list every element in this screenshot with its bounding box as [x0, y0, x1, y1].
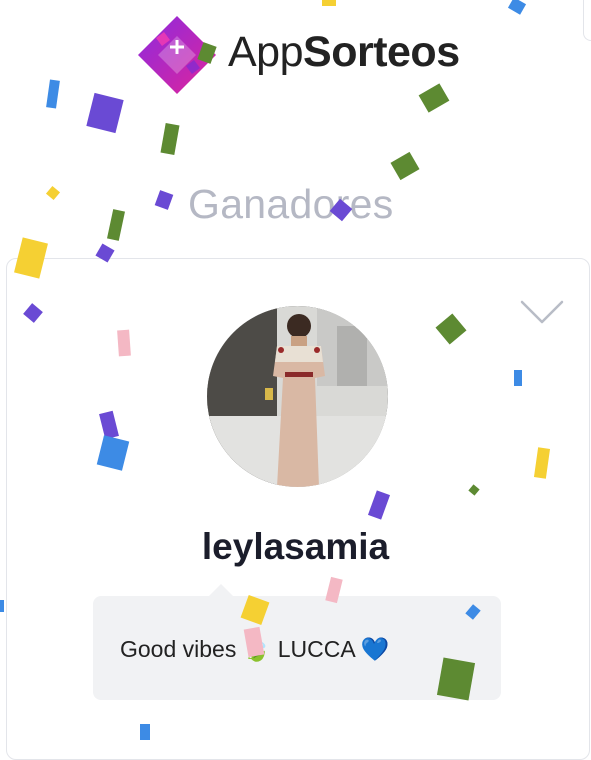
winner-username: leylasamia	[201, 526, 390, 567]
appsorteos-logo-icon	[138, 16, 216, 94]
winner-comment: Good vibes 🍃 LUCCA 💙	[120, 636, 390, 662]
brand-prefix: App	[228, 28, 304, 76]
brand-suffix: Sorteos	[303, 28, 460, 76]
comment-pointer	[209, 584, 233, 596]
chevron-down-icon[interactable]	[520, 296, 564, 326]
avatar-photo	[207, 306, 388, 487]
page-title: Ganadores	[188, 181, 394, 227]
app-header: AppSorteos	[0, 0, 591, 100]
brand-name: AppSorteos	[228, 24, 460, 80]
avatar	[207, 306, 388, 487]
